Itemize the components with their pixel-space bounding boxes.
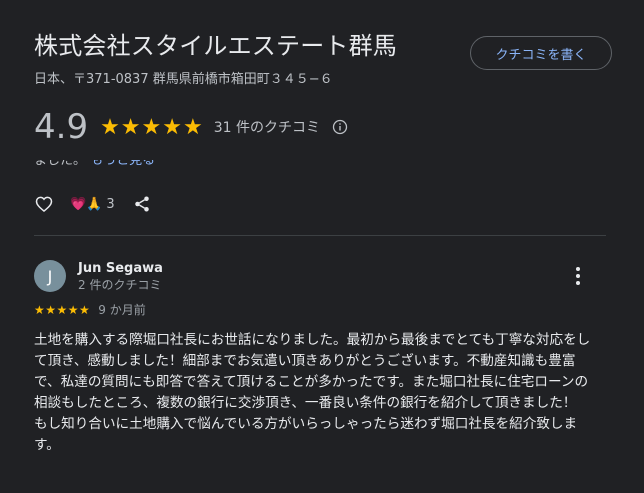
review-meta: ★★★★★ 9 か月前 [34,301,146,318]
rating-stars: ★★★★★ [100,114,204,140]
write-review-button[interactable]: クチコミを書く [470,36,612,70]
more-vert-icon[interactable] [570,265,586,287]
rating-value: 4.9 [34,107,89,147]
review-count[interactable]: 31 件のクチコミ [214,117,320,137]
previous-review-snippet: ました。 [34,160,87,168]
previous-review-cut-text: ました。 もっと見る [34,160,334,168]
more-link[interactable]: もっと見る [90,160,155,168]
reviewer-name[interactable]: Jun Segawa [78,261,163,277]
divider [34,235,606,236]
reviewer-review-count: 2 件のクチコミ [78,278,162,292]
info-icon[interactable] [332,119,348,135]
reaction-count: 3 [106,196,115,212]
previous-review-actions: 💗🙏 3 [34,192,151,216]
review-time: 9 か月前 [98,303,146,317]
heart-icon[interactable] [34,194,54,214]
reviewer-info: Jun Segawa 2 件のクチコミ [78,261,163,293]
share-icon[interactable] [133,195,151,213]
review-stars: ★★★★★ [34,302,91,317]
place-address: 日本、〒371-0837 群馬県前橋市箱田町３４５−６ [34,72,333,87]
review-text: 土地を購入する際堀口社長にお世話になりました。最初から最後までとても丁寧な対応を… [34,332,591,453]
reaction-summary[interactable]: 💗🙏 3 [70,197,115,212]
avatar[interactable]: J [34,260,66,292]
rating-summary: 4.9 ★★★★★ 31 件のクチコミ [34,105,348,149]
reaction-emojis: 💗🙏 [70,196,103,212]
